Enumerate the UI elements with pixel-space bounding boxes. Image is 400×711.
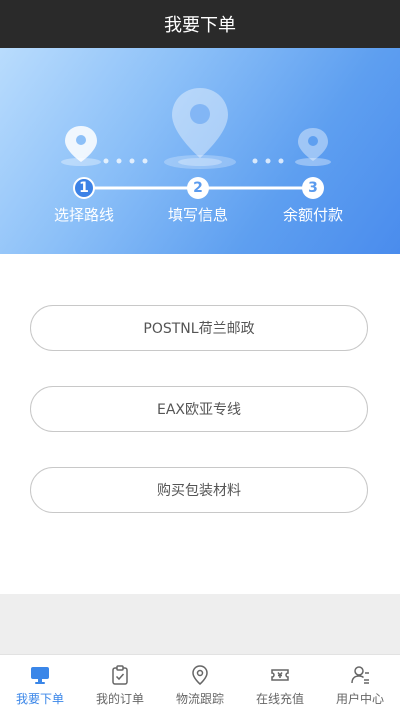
tab-my-orders[interactable]: 我的订单 bbox=[80, 655, 160, 711]
title-bar: 我要下单 bbox=[0, 0, 400, 48]
tab-recharge[interactable]: 在线充值 bbox=[240, 655, 320, 711]
location-pin-icon bbox=[189, 664, 211, 686]
tab-user-center[interactable]: 用户中心 bbox=[320, 655, 400, 711]
tab-label: 物流跟踪 bbox=[175, 692, 224, 706]
eax-option-button[interactable]: EAX欧亚专线 bbox=[30, 386, 368, 432]
tab-label: 用户中心 bbox=[335, 692, 384, 706]
tab-label: 我的订单 bbox=[95, 692, 144, 706]
large-pin-icon-center bbox=[172, 88, 228, 158]
tab-label: 我要下单 bbox=[15, 692, 64, 706]
clipboard-icon bbox=[109, 664, 131, 686]
page-title: 我要下单 bbox=[164, 15, 236, 36]
step-1-label: 选择路线 bbox=[53, 206, 115, 224]
route-options: POSTNL荷兰邮政 EAX欧亚专线 购买包装材料 bbox=[0, 254, 400, 594]
empty-area bbox=[0, 594, 400, 654]
step-2-number: 2 bbox=[187, 177, 209, 199]
step-3-number: 3 bbox=[302, 177, 324, 199]
postnl-option-button[interactable]: POSTNL荷兰邮政 bbox=[30, 305, 368, 351]
order-steps-banner: 1 2 3 选择路线 填写信息 余额付款 bbox=[0, 48, 400, 254]
ticket-icon bbox=[269, 664, 291, 686]
tab-label: 在线充值 bbox=[255, 692, 304, 706]
tab-tracking[interactable]: 物流跟踪 bbox=[160, 655, 240, 711]
bottom-tab-bar: 我要下单 我的订单 物流跟踪 在线充值 用户中心 bbox=[0, 654, 400, 711]
small-pin-icon-left bbox=[65, 126, 97, 162]
small-pin-icon-right bbox=[298, 128, 328, 161]
monitor-icon bbox=[29, 664, 51, 686]
step-2-label: 填写信息 bbox=[167, 206, 229, 224]
step-3-label: 余额付款 bbox=[282, 206, 344, 224]
packaging-option-button[interactable]: 购买包装材料 bbox=[30, 467, 368, 513]
step-1-number: 1 bbox=[73, 177, 95, 199]
tab-place-order[interactable]: 我要下单 bbox=[0, 655, 80, 711]
user-icon bbox=[349, 664, 371, 686]
